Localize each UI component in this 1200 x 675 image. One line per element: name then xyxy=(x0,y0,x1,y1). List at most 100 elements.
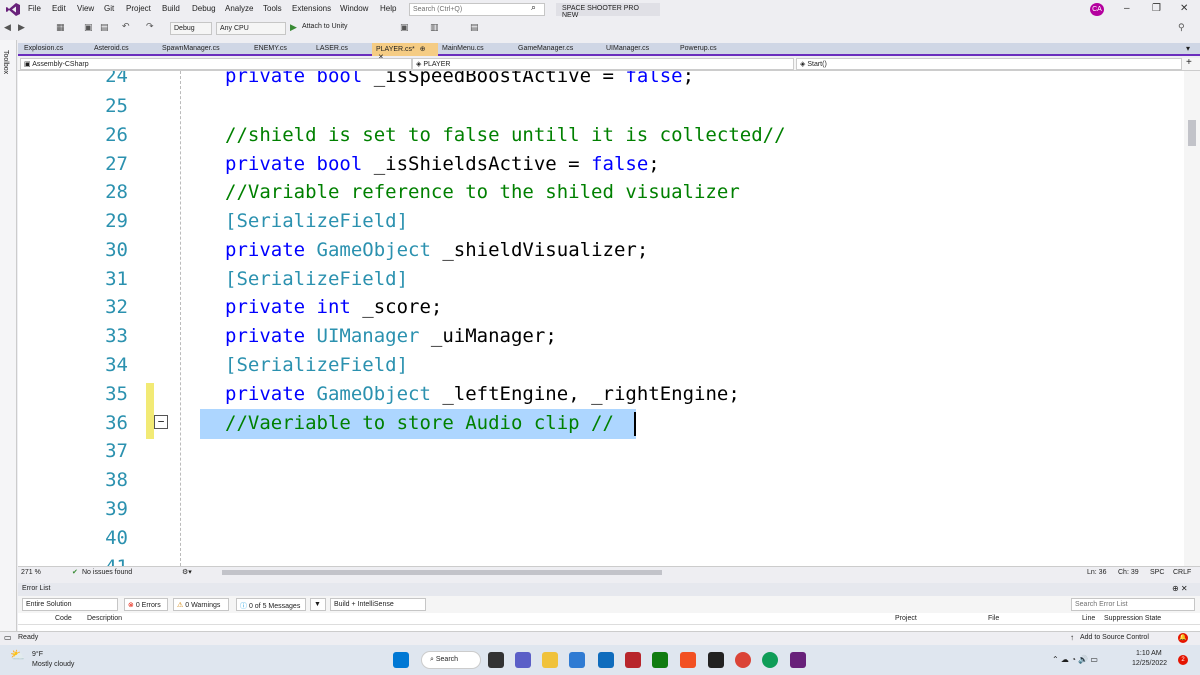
undo-icon[interactable]: ↶ xyxy=(122,21,130,32)
build-dropdown[interactable]: Build + IntelliSense xyxy=(330,598,426,611)
save-icon[interactable]: ▣ xyxy=(84,22,93,33)
zoom-level[interactable]: 271 % xyxy=(21,569,41,576)
toolbar-icon[interactable]: ▤ xyxy=(470,22,479,33)
code-editor[interactable]: − 24 25 26 27 28 29 30 31 32 33 34 35 36… xyxy=(18,71,1184,566)
toolbar-icon[interactable]: ▣ xyxy=(400,22,409,33)
task-view-icon[interactable] xyxy=(488,652,504,668)
code-line[interactable]: private int _score; xyxy=(225,293,442,322)
tab-enemy[interactable]: ENEMY.cs xyxy=(250,43,312,56)
store-icon[interactable] xyxy=(569,652,585,668)
add-to-source-control-button[interactable]: Add to Source Control xyxy=(1080,634,1149,641)
menu-analyze[interactable]: Analyze xyxy=(225,4,253,13)
notification-badge[interactable]: 2 xyxy=(1178,655,1188,665)
project-dropdown[interactable]: ▣ Assembly-CSharp xyxy=(20,58,412,70)
pin-icon[interactable]: ⊕ xyxy=(420,46,426,53)
column-code[interactable]: Code xyxy=(55,615,72,622)
search-input[interactable]: Search (Ctrl+Q) xyxy=(409,3,545,16)
line-indicator[interactable]: Ln: 36 xyxy=(1087,569,1106,576)
minimize-icon[interactable]: – xyxy=(1124,3,1130,14)
tab-explosion[interactable]: Explosion.cs xyxy=(20,43,90,56)
tray-icons[interactable]: ⌃ ☁ ◔ 🔊 ▭ xyxy=(1052,655,1098,664)
tab-spawnmanager[interactable]: SpawnManager.cs xyxy=(158,43,250,56)
notification-bell-icon[interactable]: 🔔 xyxy=(1178,633,1188,643)
code-line[interactable]: private UIManager _uiManager; xyxy=(225,322,557,351)
health-icon[interactable]: ⚙▾ xyxy=(182,568,192,576)
column-description[interactable]: Description xyxy=(87,615,122,622)
warnings-filter[interactable]: ⚠ 0 Warnings xyxy=(173,598,229,611)
file-explorer-icon[interactable] xyxy=(542,652,558,668)
new-project-icon[interactable]: ▦ xyxy=(56,22,65,33)
column-indicator[interactable]: Ch: 39 xyxy=(1118,569,1139,576)
tab-gamemanager[interactable]: GameManager.cs xyxy=(514,43,602,56)
tab-asteroid[interactable]: Asteroid.cs xyxy=(90,43,158,56)
start-button-icon[interactable] xyxy=(393,652,409,668)
tab-overflow-icon[interactable]: ▾ xyxy=(1186,44,1190,53)
column-file[interactable]: File xyxy=(988,615,999,622)
tab-laser[interactable]: LASER.cs xyxy=(312,43,372,56)
whitespace-indicator[interactable]: SPC xyxy=(1150,569,1164,576)
forward-icon[interactable]: ▶ xyxy=(18,22,25,33)
live-share-icon[interactable]: ⚲ xyxy=(1178,22,1185,33)
visual-studio-taskbar-icon[interactable] xyxy=(790,652,806,668)
code-line[interactable]: private bool _isShieldsActive = false; xyxy=(225,150,660,179)
menu-git[interactable]: Git xyxy=(104,4,114,13)
avatar[interactable]: CA xyxy=(1090,3,1104,16)
back-icon[interactable]: ◀ xyxy=(4,22,11,33)
menu-build[interactable]: Build xyxy=(162,4,180,13)
menu-project[interactable]: Project xyxy=(126,4,151,13)
menu-help[interactable]: Help xyxy=(380,4,396,13)
scrollbar-thumb[interactable] xyxy=(1188,120,1196,146)
tab-mainmenu[interactable]: MainMenu.cs xyxy=(438,43,514,56)
add-split-icon[interactable]: + xyxy=(1186,57,1192,68)
menu-edit[interactable]: Edit xyxy=(52,4,66,13)
menu-tools[interactable]: Tools xyxy=(263,4,282,13)
code-attribute[interactable]: [SerializeField] xyxy=(225,351,408,380)
close-icon[interactable]: ✕ xyxy=(1180,3,1188,14)
column-suppression-state[interactable]: Suppression State xyxy=(1104,615,1161,622)
member-dropdown[interactable]: ◈ Start() xyxy=(796,58,1182,70)
errors-filter[interactable]: ⊗ 0 Errors xyxy=(124,598,168,611)
menu-debug[interactable]: Debug xyxy=(192,4,216,13)
code-comment-selected[interactable]: //Vaeriable to store Audio clip // xyxy=(225,409,614,438)
restore-icon[interactable]: ❐ xyxy=(1152,3,1161,14)
redo-icon[interactable]: ↷ xyxy=(146,21,154,32)
menu-view[interactable]: View xyxy=(77,4,94,13)
tab-powerup[interactable]: Powerup.cs xyxy=(676,43,746,56)
toolbar-icon[interactable]: ▥ xyxy=(430,22,439,33)
tab-player[interactable]: PLAYER.cs* ⊕ ✕ xyxy=(372,43,438,61)
menu-file[interactable]: File xyxy=(28,4,41,13)
mail-icon[interactable] xyxy=(598,652,614,668)
column-project[interactable]: Project xyxy=(895,615,917,622)
attach-to-unity-button[interactable]: Attach to Unity xyxy=(302,23,348,30)
tab-uimanager[interactable]: UIManager.cs xyxy=(602,43,676,56)
code-line[interactable]: private bool _isSpeedBoostActive = false… xyxy=(225,71,694,91)
error-list-search[interactable]: Search Error List xyxy=(1071,598,1195,611)
line-ending-indicator[interactable]: CRLF xyxy=(1173,569,1191,576)
pin-panel-icon[interactable]: ⊕ ✕ xyxy=(1172,584,1188,593)
xbox-icon[interactable] xyxy=(652,652,668,668)
class-dropdown[interactable]: ◈ PLAYER xyxy=(412,58,794,70)
menu-extensions[interactable]: Extensions xyxy=(292,4,331,13)
unity-icon[interactable] xyxy=(708,652,724,668)
app-icon[interactable] xyxy=(625,652,641,668)
save-all-icon[interactable]: ▤ xyxy=(100,22,109,33)
chrome-canary-icon[interactable] xyxy=(762,652,778,668)
code-comment[interactable]: //shield is set to false untill it is co… xyxy=(225,121,786,150)
code-comment[interactable]: //Variable reference to the shiled visua… xyxy=(225,178,740,207)
taskbar-search[interactable]: ⌕ Search xyxy=(421,651,481,669)
clock-time[interactable]: 1:10 AM xyxy=(1136,650,1162,657)
code-line[interactable]: private GameObject _leftEngine, _rightEn… xyxy=(225,380,740,409)
code-line[interactable]: private GameObject _shieldVisualizer; xyxy=(225,236,648,265)
photos-icon[interactable] xyxy=(680,652,696,668)
temperature[interactable]: 9°F xyxy=(32,651,43,658)
code-attribute[interactable]: [SerializeField] xyxy=(225,207,408,236)
search-icon[interactable]: ⌕ xyxy=(531,2,536,13)
visual-studio-logo-icon[interactable] xyxy=(6,3,20,16)
chrome-icon[interactable] xyxy=(735,652,751,668)
scope-dropdown[interactable]: Entire Solution xyxy=(22,598,118,611)
filter-icon[interactable]: ▼ xyxy=(310,598,326,611)
collapse-icon[interactable]: − xyxy=(154,415,168,429)
menu-window[interactable]: Window xyxy=(340,4,368,13)
weather-text[interactable]: Mostly cloudy xyxy=(32,661,74,668)
code-attribute[interactable]: [SerializeField] xyxy=(225,265,408,294)
